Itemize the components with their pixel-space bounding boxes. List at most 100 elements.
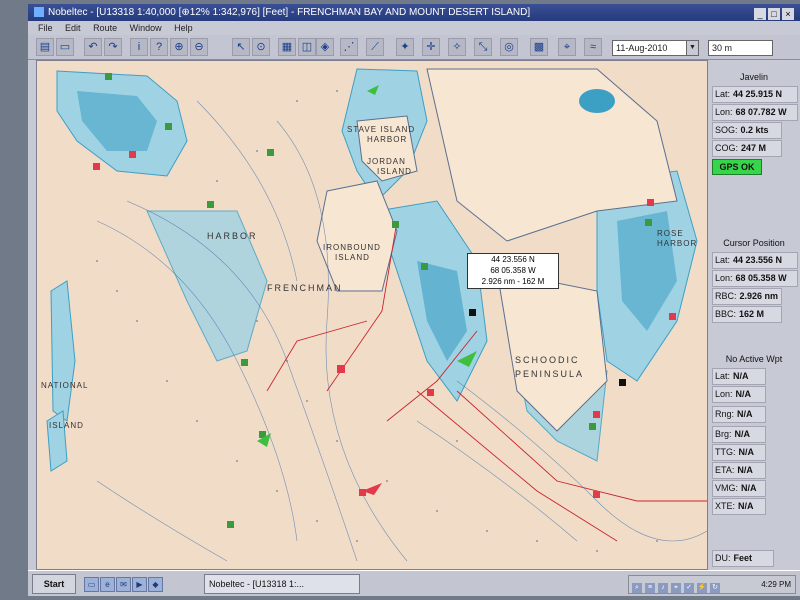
zoom-in-icon[interactable]: ⊕ — [170, 38, 188, 56]
compass-icon[interactable]: ◎ — [500, 38, 518, 56]
tooltip-lat: 44 23.556 N — [491, 255, 535, 264]
print-icon[interactable]: ▭ — [56, 38, 74, 56]
vessel-cog-row: COG: 247 M — [712, 140, 782, 157]
land-left-isle2 — [46, 410, 68, 472]
wpt-lon-value: N/A — [735, 389, 752, 399]
select-icon[interactable]: ⊙ — [252, 38, 270, 56]
cursor-lon-row: Lon: 68 05.358 W — [712, 270, 798, 287]
pan-icon[interactable]: ↖ — [232, 38, 250, 56]
label-frenchman: FRENCHMAN — [267, 283, 343, 293]
app-launch-icon[interactable]: ◆ — [148, 577, 163, 592]
cursor-bbc-value: 162 M — [739, 309, 765, 319]
info-icon[interactable]: i — [130, 38, 148, 56]
tooltip-range: 2.926 nm - 162 M — [481, 277, 545, 286]
wpt-vmg-value: N/A — [741, 483, 757, 493]
scale-value: 30 m — [712, 43, 733, 53]
land-left-island — [50, 280, 76, 422]
chevron-down-icon[interactable]: ▼ — [686, 41, 698, 55]
outlook-icon[interactable]: ✉ — [116, 577, 131, 592]
redo-icon[interactable]: ↷ — [104, 38, 122, 56]
nav-icon[interactable]: ◈ — [316, 38, 334, 56]
wpt-brg-row: Brg: N/A — [712, 426, 766, 443]
start-button[interactable]: Start — [32, 574, 76, 594]
event-icon[interactable]: ✧ — [448, 38, 466, 56]
wpt-ttg-label: TTG: — [715, 447, 736, 457]
label-rose-harbor: HARBOR — [657, 239, 698, 248]
menu-route[interactable]: Route — [93, 23, 117, 33]
toolbar: ▤ ▭ ↶ ↷ i ? ⊕ ⊖ ↖ ⊙ ▦ ◫ ◈ ⋰ ⟋ ✦ ✛ ✧ ⤡ ◎ … — [28, 35, 800, 60]
network-icon[interactable]: ≡ — [645, 583, 655, 593]
vessel-sog-row: SOG: 0.2 kts — [712, 122, 782, 139]
menu-help[interactable]: Help — [174, 23, 193, 33]
wpt-eta-value: N/A — [737, 465, 753, 475]
minimize-button[interactable]: _ — [754, 8, 766, 20]
nautical-chart[interactable]: STAVE ISLAND HARBOR JORDAN ISLAND IRONBO… — [36, 60, 708, 570]
menu-file[interactable]: File — [38, 23, 53, 33]
wpt-xte-value: N/A — [738, 501, 754, 511]
wpt-rng-row: Rng: N/A — [712, 406, 766, 423]
waypoint-icon[interactable]: ✦ — [396, 38, 414, 56]
measure-icon[interactable]: ⤡ — [474, 38, 492, 56]
open-chart-icon[interactable]: ▤ — [36, 38, 54, 56]
search-icon[interactable]: ⌕ — [632, 583, 642, 593]
track-icon[interactable]: ⟋ — [366, 38, 384, 56]
vessel-lat-row: Lat: 44 25.915 N — [712, 86, 798, 103]
wpt-ttg-row: TTG: N/A — [712, 444, 766, 461]
mark-icon[interactable]: ✛ — [422, 38, 440, 56]
grid-icon[interactable]: ▩ — [530, 38, 548, 56]
cursor-lat-label: Lat: — [715, 255, 731, 265]
label-rose: ROSE — [657, 229, 684, 238]
label-ironbound-island: ISLAND — [335, 253, 370, 262]
taskbar-nobeltec-item[interactable]: Nobeltec - [U13318 1:... — [204, 574, 360, 594]
taskbar: Start ▭ e ✉ ▶ ◆ Nobeltec - [U13318 1:...… — [28, 570, 800, 596]
media-icon[interactable]: ▶ — [132, 577, 147, 592]
tide-icon[interactable]: ≈ — [584, 38, 602, 56]
cursor-position-heading: Cursor Position — [723, 238, 785, 248]
cursor-bbc-row: BBC: 162 M — [712, 306, 782, 323]
label-jordan: JORDAN — [367, 157, 406, 166]
label-schoodic: SCHOODIC — [515, 355, 580, 365]
chart-quilt-icon[interactable]: ▦ — [278, 38, 296, 56]
wpt-vmg-label: VMG: — [715, 483, 739, 493]
pond-top — [579, 89, 615, 113]
maximize-button[interactable]: □ — [768, 8, 780, 20]
gps-tray-icon[interactable]: ⌖ — [671, 583, 681, 593]
vessel-sog-label: SOG: — [715, 125, 738, 135]
label-stave-harbor: HARBOR — [367, 135, 408, 144]
route-icon[interactable]: ⋰ — [340, 38, 358, 56]
update-icon[interactable]: ↻ — [710, 583, 720, 593]
close-button[interactable]: × — [782, 8, 794, 20]
undo-icon[interactable]: ↶ — [84, 38, 102, 56]
wpt-xte-label: XTE: — [715, 501, 736, 511]
security-icon[interactable]: ✓ — [684, 583, 694, 593]
label-jordan-island: ISLAND — [377, 167, 412, 176]
wpt-lat-label: Lat: — [715, 371, 731, 381]
label-national: NATIONAL — [41, 381, 89, 390]
date-value: 11-Aug-2010 — [616, 43, 668, 53]
explorer-icon[interactable]: e — [100, 577, 115, 592]
menu-edit[interactable]: Edit — [65, 23, 81, 33]
help-icon[interactable]: ? — [150, 38, 168, 56]
wpt-brg-label: Brg: — [715, 429, 732, 439]
power-icon[interactable]: ⚡ — [697, 583, 707, 593]
distance-units-row: DU: Feet — [712, 550, 774, 567]
vessel-lon-row: Lon: 68 07.782 W — [712, 104, 798, 121]
cursor-lon-value: 68 05.358 W — [735, 273, 787, 283]
vessel-sog-value: 0.2 kts — [740, 125, 769, 135]
chart-overlay-icon[interactable]: ◫ — [298, 38, 316, 56]
cursor-rbc-row: RBC: 2.926 nm — [712, 288, 782, 305]
menu-window[interactable]: Window — [130, 23, 162, 33]
wpt-xte-row: XTE: N/A — [712, 498, 766, 515]
cursor-lat-value: 44 23.556 N — [733, 255, 783, 265]
date-select[interactable]: 11-Aug-2010 ▼ — [612, 40, 699, 56]
cursor-lat-row: Lat: 44 23.556 N — [712, 252, 798, 269]
gps-icon[interactable]: ⌖ — [558, 38, 576, 56]
volume-icon[interactable]: ♪ — [658, 583, 668, 593]
wpt-lat-row: Lat: N/A — [712, 368, 766, 385]
zoom-out-icon[interactable]: ⊖ — [190, 38, 208, 56]
scale-select[interactable]: 30 m — [708, 40, 773, 56]
desktop-icon[interactable]: ▭ — [84, 577, 99, 592]
wpt-lon-label: Lon: — [715, 389, 733, 399]
wpt-rng-label: Rng: — [715, 409, 735, 419]
cursor-rbc-value: 2.926 nm — [739, 291, 779, 301]
